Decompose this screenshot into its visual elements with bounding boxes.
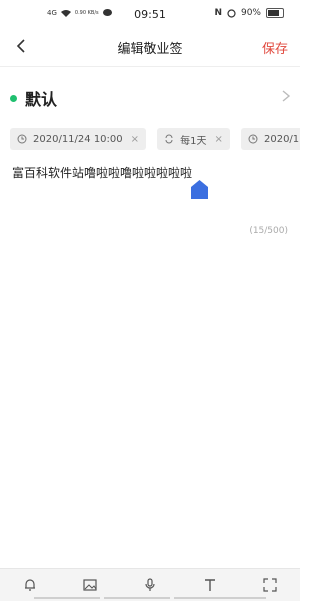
fullscreen-button[interactable] (261, 576, 279, 594)
nav-indicator (104, 597, 170, 599)
alarm-icon (227, 8, 236, 18)
status-right: N 90% (214, 8, 284, 18)
fullscreen-icon (263, 578, 277, 592)
nfc-icon: N (214, 8, 222, 18)
header: 编辑敬业签 保存 (0, 32, 300, 62)
chip-reminder-time-2[interactable]: 2020/11/3 (240, 128, 300, 150)
clock-icon (17, 134, 27, 144)
page-title: 编辑敬业签 (117, 42, 183, 57)
chip-label: 每1天 (180, 135, 207, 147)
image-icon (83, 579, 97, 591)
repeat-icon (165, 134, 173, 144)
category-selector[interactable]: 默认 (10, 86, 57, 110)
nav-indicator (34, 597, 100, 599)
save-button[interactable]: 保存 (262, 38, 288, 57)
chip-label: 2020/11/3 (263, 133, 300, 145)
header-divider (0, 66, 300, 67)
text-cursor-handle-icon[interactable] (191, 180, 208, 199)
microphone-icon (145, 578, 155, 591)
reminder-button[interactable] (21, 576, 39, 594)
bell-icon (25, 579, 35, 591)
chip-label: 2020/11/24 10:00 (33, 133, 123, 145)
battery-icon (266, 8, 284, 18)
reminder-chips: 2020/11/24 10:00 × 每1天 × 2020/11/3 (10, 128, 300, 152)
note-content[interactable]: 富百科软件站噜啦啦噜啦啦啦啦啦 (12, 164, 192, 181)
voice-button[interactable] (141, 576, 159, 594)
category-label: 默认 (25, 90, 58, 109)
clock-icon (248, 134, 258, 144)
image-button[interactable] (81, 576, 99, 594)
chip-repeat[interactable]: 每1天 × (157, 128, 230, 150)
nav-indicator (174, 597, 266, 599)
status-bar: 4G 0.90 KB/s 09:51 N 90% (0, 0, 300, 28)
category-dot (10, 94, 17, 102)
chip-reminder-time[interactable]: 2020/11/24 10:00 × (10, 128, 147, 150)
text-format-button[interactable] (201, 576, 219, 594)
char-counter: (15/500) (249, 226, 288, 236)
battery-percent: 90% (240, 8, 261, 18)
close-icon[interactable]: × (131, 134, 139, 145)
chevron-right-icon[interactable] (280, 88, 292, 104)
close-icon[interactable]: × (215, 134, 223, 145)
text-format-icon (205, 579, 215, 591)
